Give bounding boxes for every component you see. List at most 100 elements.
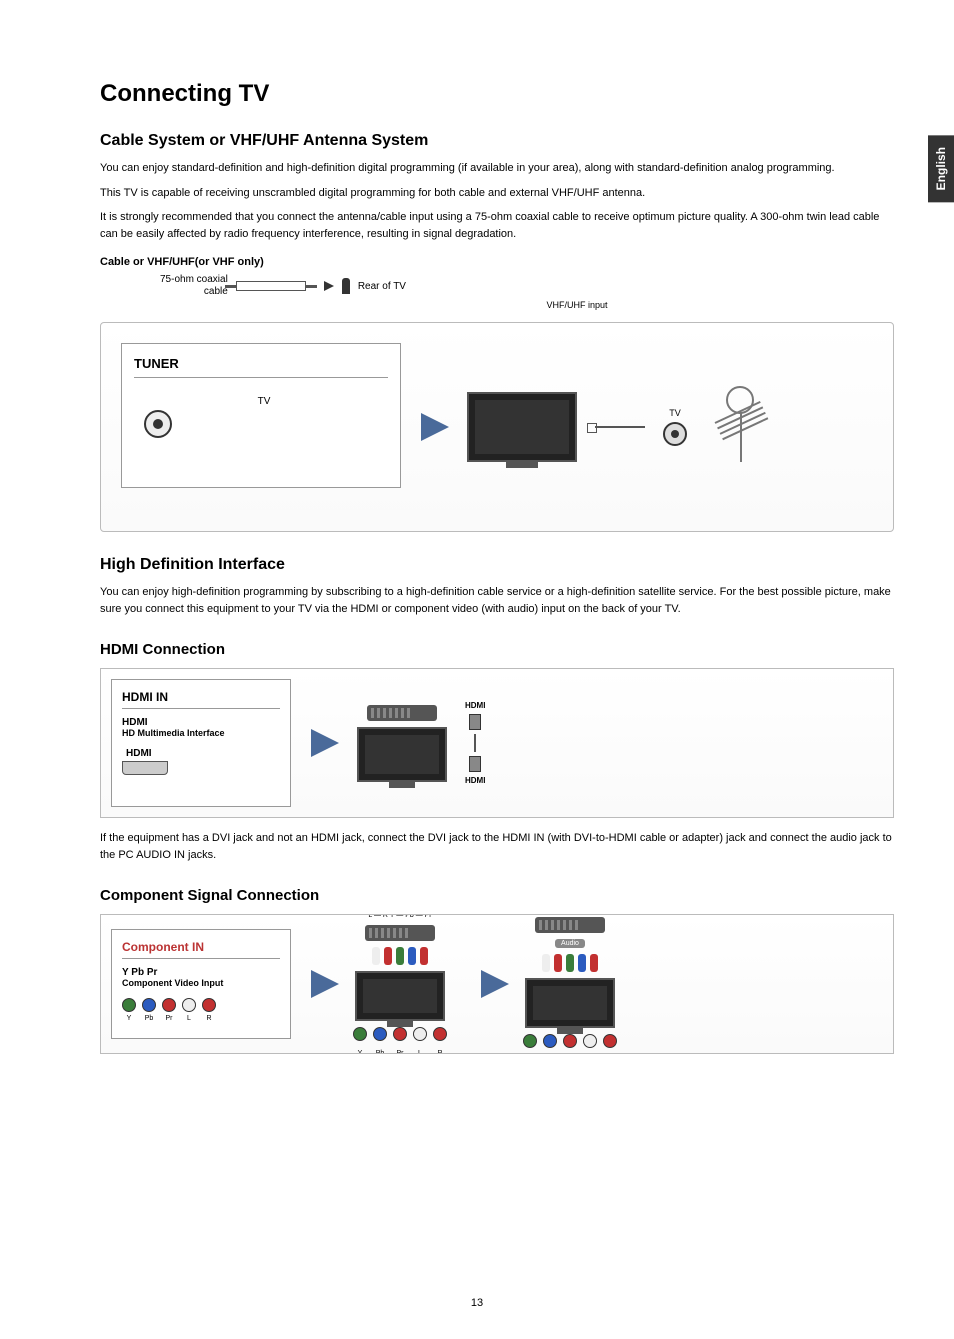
hdi-p1: You can enjoy high-definition programmin…	[100, 584, 894, 617]
plug-icon	[342, 278, 350, 294]
rca-plug-icon	[396, 947, 404, 965]
tuner-panel: TUNER TV	[121, 343, 401, 488]
rca-pb-icon	[543, 1034, 557, 1048]
section-cable-heading: Cable System or VHF/UHF Antenna System	[100, 132, 894, 150]
section-component-heading: Component Signal Connection	[100, 887, 894, 904]
component-variant-2: L — R Y — Pb — Pr Audio Y Pb	[523, 914, 617, 1054]
tv-rear-icon	[357, 727, 447, 782]
rca-label: Pr	[162, 1015, 176, 1022]
coax-rear-label: Rear of TV	[358, 281, 406, 292]
tuner-header: TUNER	[134, 356, 388, 378]
hdmi-plug-icon	[469, 756, 481, 772]
component-panel: Component IN Y Pb Pr Component Video Inp…	[111, 929, 291, 1039]
cable-p2: This TV is capable of receiving unscramb…	[100, 185, 894, 202]
rca-plug-icon	[578, 954, 586, 972]
rca-r-icon	[433, 1027, 447, 1041]
coax-diagram: Cable or VHF/UHF(or VHF only) 75-ohm coa…	[100, 256, 894, 310]
rca-label: Pb	[373, 1050, 387, 1055]
hdmi-cable-top-label: HDMI	[465, 701, 485, 710]
rca-label: L	[413, 1050, 427, 1055]
rca-pb-icon	[142, 998, 156, 1012]
signal-top-labels: L — R Y — Pb — Pr	[368, 914, 431, 919]
settop-box-icon	[367, 705, 437, 721]
rca-plug-icon	[590, 954, 598, 972]
hdmi-port-label: HDMI	[126, 748, 280, 759]
wall-plate-port-icon	[663, 422, 687, 446]
rca-pr-icon	[393, 1027, 407, 1041]
rca-plug-icon	[420, 947, 428, 965]
tv-rear-icon	[525, 978, 615, 1028]
tuner-coax-port-icon	[144, 410, 172, 438]
rca-pr-icon	[563, 1034, 577, 1048]
rca-pb-icon	[373, 1027, 387, 1041]
component-panel-header: Component IN	[122, 940, 280, 959]
settop-box-icon	[535, 917, 605, 933]
rca-r-icon	[202, 998, 216, 1012]
wall-cable-icon	[595, 426, 645, 428]
cable-p1: You can enjoy standard-definition and hi…	[100, 160, 894, 177]
rca-label: Y	[122, 1015, 136, 1022]
language-tab: English	[928, 135, 954, 202]
section-hdi-heading: High Definition Interface	[100, 556, 894, 574]
big-arrow-icon	[311, 970, 339, 998]
tv-rear-icon	[467, 392, 577, 462]
rca-y-icon	[122, 998, 136, 1012]
hdmi-panel-header: HDMI IN	[122, 690, 280, 709]
tuner-tv-label: TV	[140, 396, 388, 407]
rca-plug-icon	[566, 954, 574, 972]
big-arrow-icon	[421, 413, 449, 441]
cable-p3: It is strongly recommended that you conn…	[100, 209, 894, 242]
wall-plate: TV	[663, 408, 687, 446]
rca-label: Pr	[393, 1050, 407, 1055]
hdmi-cable-group: HDMI HDMI	[465, 701, 485, 785]
hdmi-cable-line-icon	[474, 734, 476, 752]
rca-label: R	[202, 1015, 216, 1022]
hdmi-port-icon	[122, 761, 168, 775]
hdmi-cable-bottom-label: HDMI	[465, 776, 485, 785]
coax-sub-label: VHF/UHF input	[260, 300, 894, 310]
rca-l-icon	[413, 1027, 427, 1041]
component-panel-sub2: Component Video Input	[122, 978, 280, 988]
antenna-icon	[705, 392, 775, 462]
rca-plug-icon	[408, 947, 416, 965]
page-number: 13	[0, 1297, 954, 1309]
coax-cable-label: 75-ohm coaxial cable	[160, 274, 228, 298]
tv-rear-icon	[355, 971, 445, 1021]
component-diagram: Component IN Y Pb Pr Component Video Inp…	[100, 914, 894, 1054]
audio-tag: Audio	[555, 939, 585, 948]
rca-label-row: Y Pb Pr L R	[122, 1015, 280, 1022]
hdmi-plug-icon	[469, 714, 481, 730]
big-arrow-icon	[311, 729, 339, 757]
coax-diagram-title: Cable or VHF/UHF(or VHF only)	[100, 256, 894, 268]
hdmi-panel-sub2: HD Multimedia Interface	[122, 728, 280, 738]
rca-l-icon	[182, 998, 196, 1012]
rca-label: Pb	[142, 1015, 156, 1022]
coax-cable-icon	[236, 281, 306, 291]
hdmi-diagram: HDMI IN HDMI HD Multimedia Interface HDM…	[100, 668, 894, 818]
rca-plug-icon	[384, 947, 392, 965]
section-hdmi-heading: HDMI Connection	[100, 641, 894, 658]
big-arrow-icon	[481, 970, 509, 998]
rca-label: L	[182, 1015, 196, 1022]
wall-plate-label: TV	[663, 408, 687, 418]
rca-y-icon	[523, 1034, 537, 1048]
rca-plug-icon	[542, 954, 550, 972]
component-variant-1: L — R Y — Pb — Pr Y Pb Pr	[353, 914, 447, 1054]
hdmi-note: If the equipment has a DVI jack and not …	[100, 830, 894, 863]
rca-l-icon	[583, 1034, 597, 1048]
rca-label: Y	[353, 1050, 367, 1055]
rca-y-icon	[353, 1027, 367, 1041]
rca-r-icon	[603, 1034, 617, 1048]
rca-plug-icon	[372, 947, 380, 965]
arrow-right-icon	[324, 281, 334, 291]
rca-label: R	[433, 1050, 447, 1055]
hdmi-panel: HDMI IN HDMI HD Multimedia Interface HDM…	[111, 679, 291, 807]
tuner-diagram: TUNER TV TV	[100, 322, 894, 532]
settop-box-icon	[365, 925, 435, 941]
component-panel-sub1: Y Pb Pr	[122, 967, 280, 978]
rca-plug-icon	[554, 954, 562, 972]
page-title: Connecting TV	[100, 80, 894, 108]
rca-port-row	[122, 998, 280, 1012]
rca-pr-icon	[162, 998, 176, 1012]
hdmi-panel-sub1: HDMI	[122, 717, 280, 728]
